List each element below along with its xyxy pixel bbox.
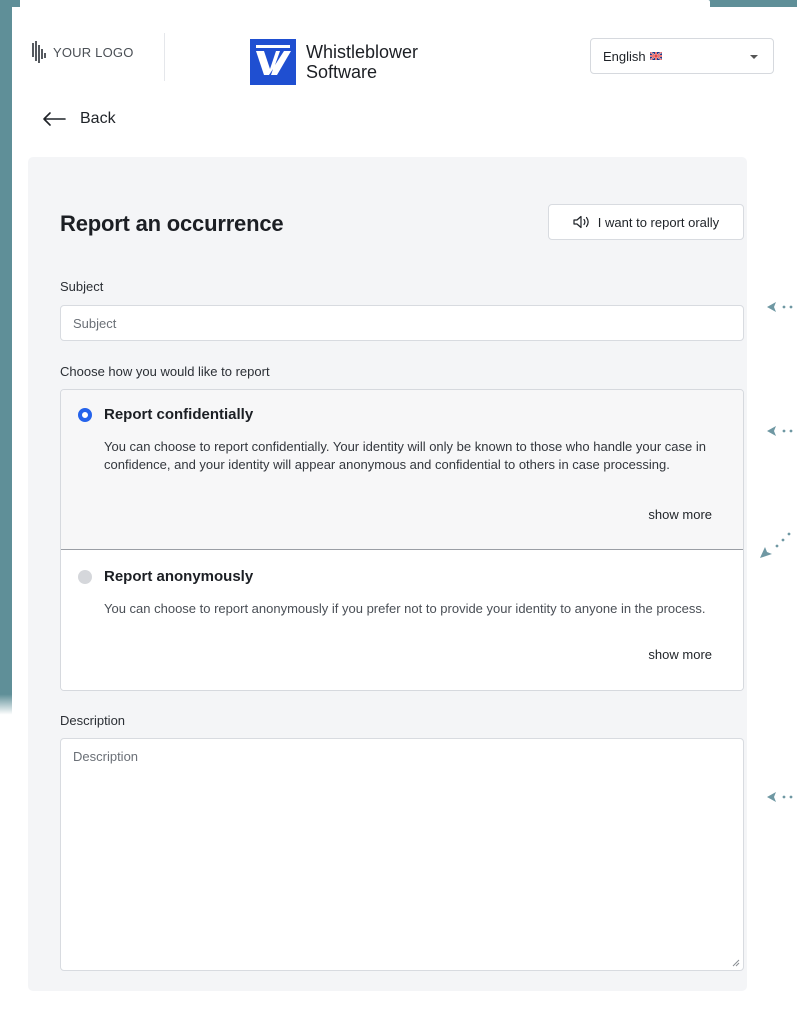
frame-top-gap [20,0,710,7]
frame-left-decoration [0,0,12,1021]
description-label: Description [60,713,126,728]
option-description: You can choose to report confidentially.… [104,439,706,472]
option-report-confidentially[interactable]: Report confidentially You can choose to … [61,390,743,550]
subject-input[interactable]: Subject [60,305,744,341]
language-value: English [603,48,646,64]
subject-label: Subject [60,279,104,294]
pointer-arrow-icon [767,302,793,312]
language-select[interactable]: English [590,38,774,74]
option-report-anonymously[interactable]: Report anonymously You can choose to rep… [61,550,743,690]
resize-grip-icon[interactable] [732,959,740,967]
brand-w-icon [250,39,296,85]
page-title: Report an occurrence [60,211,284,236]
page: YOUR LOGO Whistleblower Software English [12,7,797,1021]
show-more-link[interactable]: show more [648,647,712,662]
radio-anonymous[interactable] [78,570,92,584]
back-link[interactable]: Back [42,110,116,128]
description-textarea[interactable]: Description [60,738,744,971]
pointer-arrow-icon [767,792,793,802]
radio-confidential[interactable] [78,408,92,422]
brand-name-line1: Whistleblower [306,42,419,62]
back-label: Back [80,110,116,127]
option-description: You can choose to report anonymously if … [104,601,706,616]
brand-name: Whistleblower Software [306,42,418,82]
show-more-link[interactable]: show more [648,507,712,522]
speaker-icon [573,215,589,229]
header: YOUR LOGO Whistleblower Software English [12,7,797,107]
pointer-arrow-icon [760,532,791,558]
report-form-card: Report an occurrence I want to report or… [28,157,747,991]
arrow-left-icon [43,112,66,126]
customer-logo[interactable]: YOUR LOGO [32,41,134,63]
brand-logo[interactable]: Whistleblower Software [250,39,418,85]
report-orally-button[interactable]: I want to report orally [548,204,744,240]
pointer-arrow-icon [767,426,793,436]
report-orally-label: I want to report orally [597,214,720,230]
chevron-down-icon [750,55,758,59]
option-title: Report anonymously [104,568,254,585]
description-placeholder: Description [73,749,139,764]
choose-report-label: Choose how you would like to report [60,364,270,379]
subject-placeholder: Subject [73,315,117,331]
logo-bars-icon [32,41,46,63]
brand-name-line2: Software [306,62,378,82]
header-divider [164,33,165,81]
option-title: Report confidentially [104,406,254,423]
customer-logo-text: YOUR LOGO [53,44,134,60]
uk-flag-icon [649,52,662,60]
report-type-options: Report confidentially You can choose to … [60,389,744,691]
